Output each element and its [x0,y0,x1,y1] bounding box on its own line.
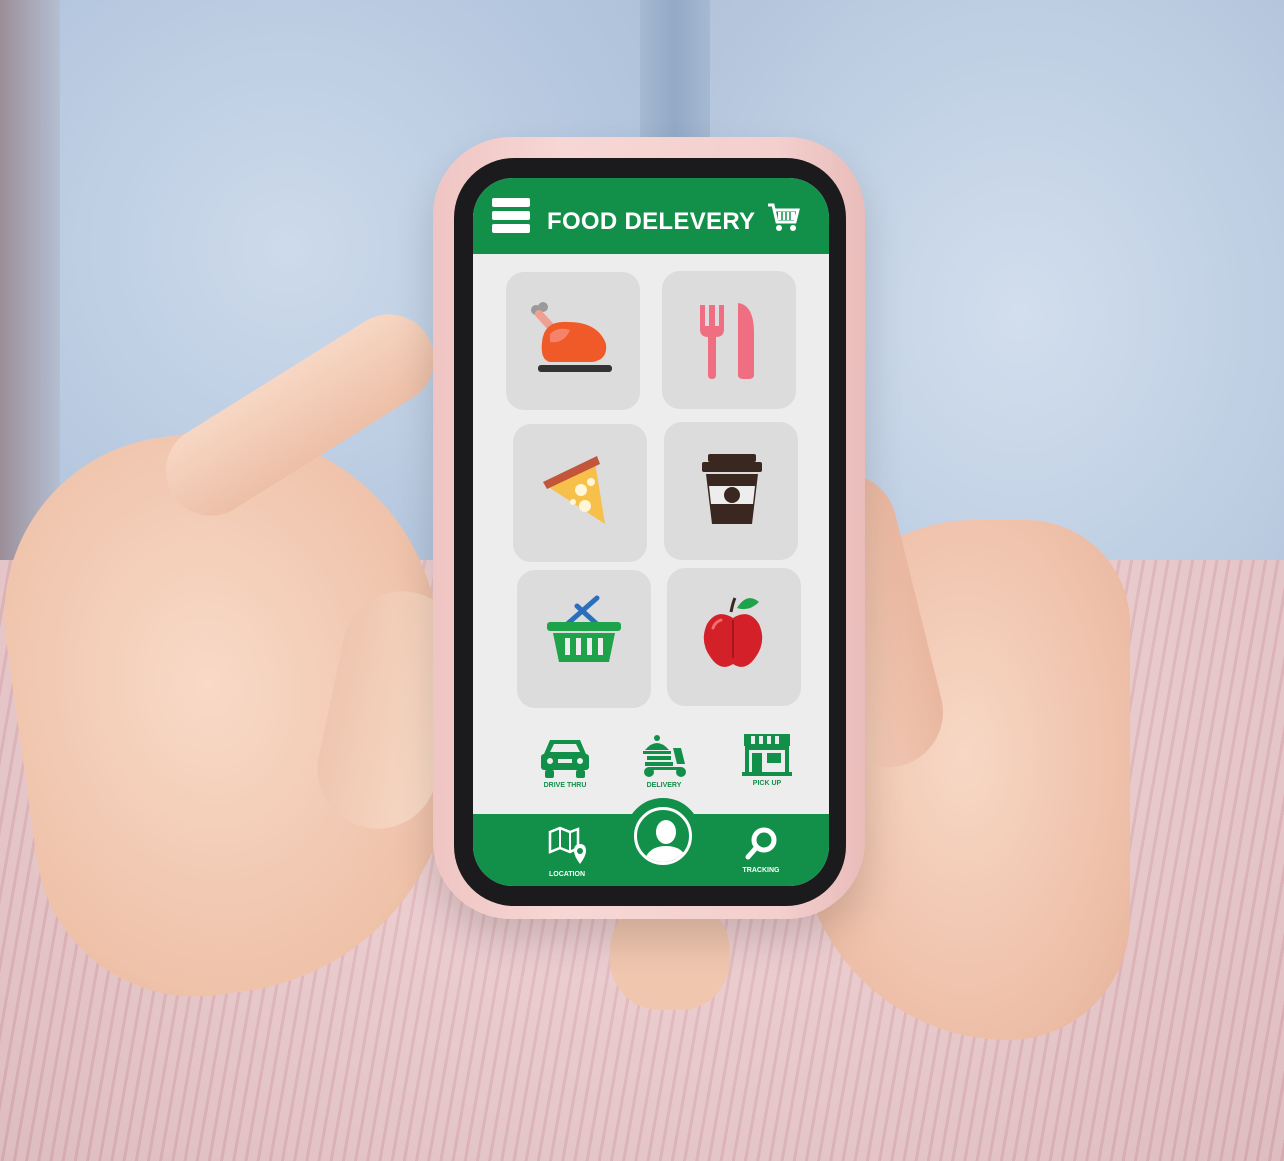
service-delivery[interactable]: DELIVERY [624,734,704,789]
category-tile-coffee[interactable] [664,422,798,560]
profile-button[interactable] [625,798,701,874]
car-icon [541,740,589,778]
category-tile-grocery[interactable] [517,570,651,708]
category-tile-restaurant[interactable] [662,271,796,409]
nav-label-location: LOCATION [548,871,586,878]
app-title: FOOD DELEVERY [547,208,756,235]
pizza-slice-icon [543,456,605,524]
service-label-delivery: DELIVERY [646,782,682,789]
category-tile-pizza[interactable] [513,424,647,562]
grocery-basket-icon [547,595,621,662]
service-label-drive-thru: DRIVE THRU [543,782,587,789]
delivery-scooter-icon [643,735,686,777]
apple-icon [703,597,763,667]
app-header: FOOD DELEVERY [473,178,829,254]
phone-screen: FOOD DELEVERY DRIVE THRU DELIVERY PICK U… [473,178,829,886]
map-pin-icon [548,826,586,864]
cart-icon[interactable] [766,200,802,236]
fork-knife-icon [700,303,754,379]
nav-location[interactable]: LOCATION [539,826,595,878]
profile-avatar-ring [634,807,692,865]
service-drive-thru[interactable]: DRIVE THRU [525,734,605,789]
nav-label-tracking: TRACKING [742,867,780,874]
background-left-edge [0,0,60,560]
nav-tracking[interactable]: TRACKING [731,826,791,874]
search-icon [745,827,777,860]
service-label-pick-up: PICK UP [752,780,782,787]
coffee-cup-icon [702,454,762,524]
service-pick-up[interactable]: PICK UP [727,732,807,787]
category-tile-fruit[interactable] [667,568,801,706]
menu-icon[interactable] [492,198,530,238]
roast-chicken-icon [531,302,612,372]
storefront-icon [742,734,792,776]
category-tile-chicken[interactable] [506,272,640,410]
user-profile-icon [644,820,688,862]
